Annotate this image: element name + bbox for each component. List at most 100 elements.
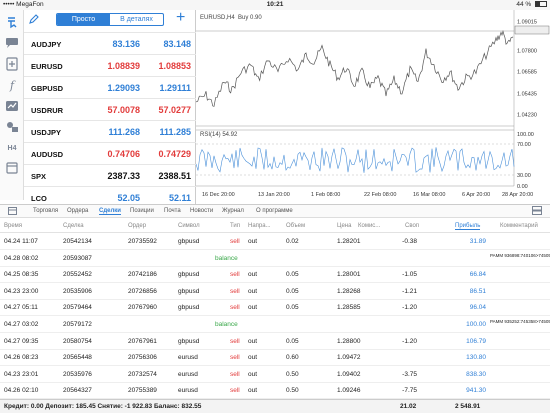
cell-time: 04.26 08:23 (4, 354, 39, 362)
quote-bid: 83.136 (112, 39, 140, 49)
table-row[interactable]: 04.23 23:01 20535976 20732574 eurusd sell out… (0, 366, 550, 383)
column-header-symbol[interactable]: Символ (178, 223, 200, 229)
quote-row[interactable]: GBPUSD 1.29093 1.29111 (24, 76, 196, 98)
column-header-profit[interactable]: Прибыль (455, 223, 481, 230)
side-toolbar: f H4 (0, 10, 24, 200)
cell-type: sell (230, 337, 240, 345)
column-header-dir[interactable]: Напра... (248, 223, 271, 229)
quote-bid: 111.268 (108, 127, 140, 137)
quote-row[interactable]: USDRUR 57.0078 57.0277 (24, 98, 196, 120)
cell-type: sell (230, 370, 240, 378)
column-header-price[interactable]: Цена (337, 223, 351, 229)
price-tick: 1.04230 (517, 113, 537, 119)
quote-row[interactable]: EURUSD 1.08839 1.08853 (24, 54, 196, 76)
cell-symbol: gbpusd (178, 337, 200, 345)
table-row[interactable]: 04.27 03:02 20579172 balance 100.00 PAMM 935… (0, 316, 550, 333)
deals-table-header: Время Сделка Ордер Символ Тип Напра... Объем Це… (0, 219, 550, 233)
column-header-time[interactable]: Время (4, 223, 22, 229)
table-row[interactable]: 04.24 11:07 20542134 20735592 gbpusd sell out… (0, 233, 550, 250)
table-row[interactable]: 04.26 08:23 20565448 20756306 eurusd sell out… (0, 349, 550, 367)
quotes-header: Просто В деталях + (24, 9, 196, 32)
cell-swap: -1.05 (402, 271, 417, 279)
quote-symbol: SPX (31, 172, 47, 181)
cell-dir: out (248, 238, 258, 245)
cell-volume: 0.05 (286, 304, 299, 312)
cell-price: 1.09246 (337, 387, 361, 395)
tab-0[interactable]: Торговля (33, 208, 58, 214)
cell-dir: out (248, 354, 258, 362)
cell-profit: 86.51 (469, 287, 486, 295)
rsi-label: RSI(14) 54.92 (200, 132, 238, 138)
price-chart[interactable]: EURUSD,H4 Buy 0.90 RSI(14) 54.92 1.09015… (195, 10, 550, 204)
tab-1[interactable]: Ордера (67, 208, 88, 214)
chat-icon[interactable] (4, 35, 20, 51)
toolbox-icon[interactable] (8, 207, 17, 217)
column-header-deal[interactable]: Сделка (63, 223, 84, 229)
tab-4[interactable]: Почта (164, 208, 181, 214)
table-row[interactable]: 04.27 09:35 20580754 20767961 gbpusd sell out… (0, 333, 550, 350)
cell-type: sell (230, 287, 240, 295)
cell-deal: 20580754 (63, 337, 92, 345)
quote-row[interactable]: USDJPY 111.268 111.285 (24, 120, 196, 142)
tab-2[interactable]: Сделки (99, 208, 121, 215)
column-header-comment[interactable]: Комментарий (500, 223, 538, 229)
cell-symbol: gbpusd (178, 287, 200, 295)
chart-overlay-label: Buy 0.90 (238, 15, 262, 21)
quote-symbol: AUDJPY (31, 40, 62, 49)
cell-time: 04.26 02:10 (4, 387, 39, 395)
quote-bid: 0.74706 (107, 149, 140, 159)
quote-symbol: EURUSD (31, 62, 63, 71)
cell-time: 04.27 03:02 (4, 321, 39, 328)
quote-symbol: GBPUSD (31, 84, 64, 93)
indicators-icon[interactable] (4, 98, 20, 114)
table-row[interactable]: 04.23 23:00 20535906 20726856 gbpusd sell out… (0, 283, 550, 300)
table-row[interactable]: 04.26 02:10 20564327 20755389 eurusd sell out… (0, 382, 550, 400)
cell-profit: 106.79 (466, 337, 486, 345)
cell-order: 20735592 (128, 238, 157, 245)
column-header-volume[interactable]: Объем (286, 223, 305, 229)
cell-symbol: gbpusd (178, 271, 200, 279)
tab-7[interactable]: О программе (256, 208, 293, 214)
quotes-hand-icon[interactable] (4, 14, 20, 30)
quote-row[interactable]: AUDJPY 83.136 83.148 (24, 32, 196, 54)
period-button[interactable]: H4 (4, 140, 20, 156)
cell-profit: 100.00 (466, 321, 486, 328)
toolbox-tabs: Торговля Ордера Сделки Позиции Почта Новости Ж… (0, 204, 550, 218)
column-header-order[interactable]: Ордер (128, 223, 146, 229)
tab-5[interactable]: Новости (190, 208, 213, 214)
cell-type: sell (230, 354, 240, 362)
layout-split-icon[interactable] (532, 206, 542, 217)
date-tick: 16 Dec 20:00 (202, 192, 235, 198)
cell-profit: 96.04 (469, 304, 486, 312)
table-row[interactable]: 04.25 08:35 20552452 20742186 gbpusd sell out… (0, 266, 550, 284)
price-tick: 1.06585 (517, 70, 537, 76)
function-icon[interactable]: f (4, 77, 20, 93)
table-row[interactable]: 04.27 05:11 20579464 20767960 gbpusd sell out… (0, 299, 550, 317)
table-row[interactable]: 04.28 08:02 20593087 balance PAMM 936898:74… (0, 250, 550, 267)
cell-deal: 20552452 (63, 271, 92, 279)
pencil-icon[interactable] (29, 14, 39, 27)
column-header-commission[interactable]: Комис... (358, 223, 380, 229)
tab-6[interactable]: Журнал (222, 208, 244, 214)
quote-row[interactable]: AUDUSD 0.74706 0.74729 (24, 142, 196, 164)
column-header-type[interactable]: Тип (230, 223, 240, 229)
cell-volume: 0.05 (286, 271, 299, 279)
tab-3[interactable]: Позиции (130, 208, 154, 214)
rsi-tick: 70.00 (517, 142, 531, 148)
mode-simple-button[interactable]: Просто (57, 14, 110, 25)
chart-title: EURUSD,H4 (200, 15, 235, 21)
cell-profit: 31.89 (469, 238, 486, 245)
mode-detailed-button[interactable]: В деталях (110, 14, 163, 25)
quote-bid: 52.05 (117, 193, 140, 203)
objects-icon[interactable] (4, 119, 20, 135)
new-order-icon[interactable] (4, 56, 20, 72)
quote-row[interactable]: SPX 2387.33 2388.51 (24, 164, 196, 186)
cell-deal: 20535976 (63, 370, 92, 378)
quotes-mode-toggle: Просто В деталях (56, 13, 164, 26)
cell-order: 20742186 (128, 271, 157, 279)
cell-symbol: eurusd (178, 387, 198, 395)
settings-icon[interactable] (4, 160, 20, 176)
cell-symbol: gbpusd (178, 304, 200, 312)
column-header-swap[interactable]: Своп (405, 223, 419, 229)
add-symbol-button[interactable]: + (176, 9, 185, 27)
